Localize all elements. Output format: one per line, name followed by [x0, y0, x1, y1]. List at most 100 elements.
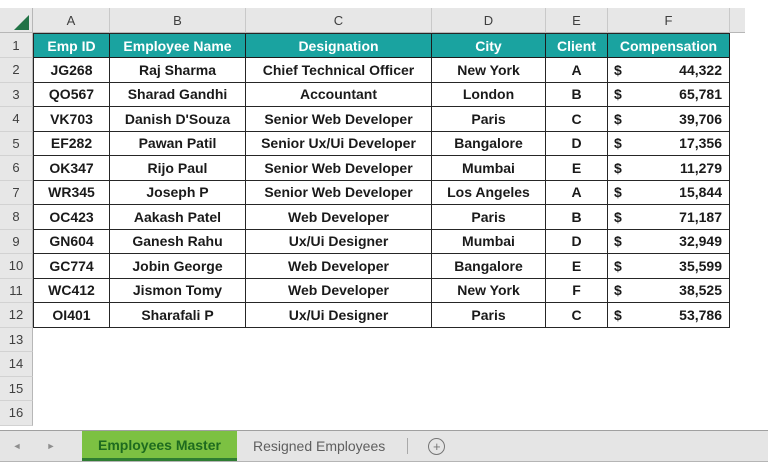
column-header-d[interactable]: D [432, 8, 546, 33]
cell-e3[interactable]: B [546, 82, 608, 107]
cell-d2[interactable]: New York [432, 58, 546, 83]
add-sheet-button[interactable]: + [414, 431, 459, 461]
row-header-9[interactable]: 9 [0, 229, 33, 254]
cell-c9[interactable]: Ux/Ui Designer [246, 229, 432, 254]
row-header-14[interactable]: 14 [0, 352, 33, 377]
sheet-nav-right-icon[interactable]: ► [34, 431, 68, 461]
cell-d7[interactable]: Los Angeles [432, 180, 546, 205]
row-header-6[interactable]: 6 [0, 156, 33, 181]
cell-e12[interactable]: C [546, 303, 608, 328]
cell-f2[interactable]: $44,322 [608, 58, 730, 83]
cell-c7[interactable]: Senior Web Developer [246, 180, 432, 205]
cell-b3[interactable]: Sharad Gandhi [110, 82, 246, 107]
cell-b6[interactable]: Rijo Paul [110, 156, 246, 181]
sheet-tab-resigned-employees[interactable]: Resigned Employees [237, 431, 401, 461]
cell-e11[interactable]: F [546, 278, 608, 303]
cell-b12[interactable]: Sharafali P [110, 303, 246, 328]
row-header-11[interactable]: 11 [0, 278, 33, 303]
cell-e8[interactable]: B [546, 205, 608, 230]
cell-a3[interactable]: QO567 [33, 82, 110, 107]
cell-a8[interactable]: OC423 [33, 205, 110, 230]
cell-e5[interactable]: D [546, 131, 608, 156]
column-header-f[interactable]: F [608, 8, 730, 33]
cell-a2[interactable]: JG268 [33, 58, 110, 83]
cell-d12[interactable]: Paris [432, 303, 546, 328]
cell-f7[interactable]: $15,844 [608, 180, 730, 205]
cell-a12[interactable]: OI401 [33, 303, 110, 328]
cell-f8[interactable]: $71,187 [608, 205, 730, 230]
row-header-1[interactable]: 1 [0, 33, 33, 58]
cell-c2[interactable]: Chief Technical Officer [246, 58, 432, 83]
cell-d1[interactable]: City [432, 33, 546, 58]
cell-b5[interactable]: Pawan Patil [110, 131, 246, 156]
cell-d6[interactable]: Mumbai [432, 156, 546, 181]
row-header-4[interactable]: 4 [0, 107, 33, 132]
cell-c5[interactable]: Senior Ux/Ui Developer [246, 131, 432, 156]
row-header-5[interactable]: 5 [0, 131, 33, 156]
row-header-12[interactable]: 12 [0, 303, 33, 328]
column-header-b[interactable]: B [110, 8, 246, 33]
cell-b2[interactable]: Raj Sharma [110, 58, 246, 83]
sheet-tab-employees-master[interactable]: Employees Master [82, 431, 237, 461]
cell-b8[interactable]: Aakash Patel [110, 205, 246, 230]
cell-a7[interactable]: WR345 [33, 180, 110, 205]
cell-f1[interactable]: Compensation [608, 33, 730, 58]
cell-a9[interactable]: GN604 [33, 229, 110, 254]
cell-c8[interactable]: Web Developer [246, 205, 432, 230]
row-header-13[interactable]: 13 [0, 327, 33, 352]
cell-d8[interactable]: Paris [432, 205, 546, 230]
cell-e1[interactable]: Client [546, 33, 608, 58]
row-header-8[interactable]: 8 [0, 205, 33, 230]
cell-d9[interactable]: Mumbai [432, 229, 546, 254]
cell-e10[interactable]: E [546, 254, 608, 279]
sheet-nav-left-icon[interactable]: ◄ [0, 431, 34, 461]
cell-d3[interactable]: London [432, 82, 546, 107]
row-header-16[interactable]: 16 [0, 401, 33, 426]
cell-e6[interactable]: E [546, 156, 608, 181]
cell-c11[interactable]: Web Developer [246, 278, 432, 303]
select-all-corner[interactable] [0, 8, 33, 33]
cell-b10[interactable]: Jobin George [110, 254, 246, 279]
cell-a11[interactable]: WC412 [33, 278, 110, 303]
cell-b1[interactable]: Employee Name [110, 33, 246, 58]
cell-d5[interactable]: Bangalore [432, 131, 546, 156]
cell-f3[interactable]: $65,781 [608, 82, 730, 107]
column-header-a[interactable]: A [33, 8, 110, 33]
cell-f12[interactable]: $53,786 [608, 303, 730, 328]
cell-e4[interactable]: C [546, 107, 608, 132]
row-header-15[interactable]: 15 [0, 376, 33, 401]
row-header-2[interactable]: 2 [0, 58, 33, 83]
cell-d10[interactable]: Bangalore [432, 254, 546, 279]
cell-f4[interactable]: $39,706 [608, 107, 730, 132]
cell-c10[interactable]: Web Developer [246, 254, 432, 279]
cell-c3[interactable]: Accountant [246, 82, 432, 107]
cell-a4[interactable]: VK703 [33, 107, 110, 132]
column-header-c[interactable]: C [246, 8, 432, 33]
cell-f5[interactable]: $17,356 [608, 131, 730, 156]
row-header-3[interactable]: 3 [0, 82, 33, 107]
cell-e2[interactable]: A [546, 58, 608, 83]
row-header-7[interactable]: 7 [0, 180, 33, 205]
cell-f10[interactable]: $35,599 [608, 254, 730, 279]
cell-e7[interactable]: A [546, 180, 608, 205]
cell-c6[interactable]: Senior Web Developer [246, 156, 432, 181]
cell-b11[interactable]: Jismon Tomy [110, 278, 246, 303]
cell-a6[interactable]: OK347 [33, 156, 110, 181]
cell-c12[interactable]: Ux/Ui Designer [246, 303, 432, 328]
column-header-e[interactable]: E [546, 8, 608, 33]
cell-a5[interactable]: EF282 [33, 131, 110, 156]
cell-d11[interactable]: New York [432, 278, 546, 303]
cell-d4[interactable]: Paris [432, 107, 546, 132]
cell-a1[interactable]: Emp ID [33, 33, 110, 58]
cell-f11[interactable]: $38,525 [608, 278, 730, 303]
cell-b9[interactable]: Ganesh Rahu [110, 229, 246, 254]
cell-f6[interactable]: $11,279 [608, 156, 730, 181]
cell-e9[interactable]: D [546, 229, 608, 254]
cell-f9[interactable]: $32,949 [608, 229, 730, 254]
cell-b4[interactable]: Danish D'Souza [110, 107, 246, 132]
cell-c4[interactable]: Senior Web Developer [246, 107, 432, 132]
cell-b7[interactable]: Joseph P [110, 180, 246, 205]
cell-a10[interactable]: GC774 [33, 254, 110, 279]
cell-c1[interactable]: Designation [246, 33, 432, 58]
row-header-10[interactable]: 10 [0, 254, 33, 279]
